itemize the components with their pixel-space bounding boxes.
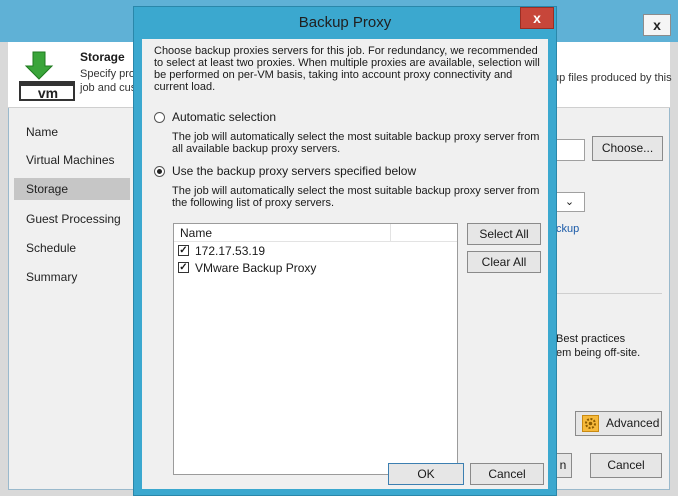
group-divider xyxy=(556,293,662,294)
proxy-checkbox[interactable]: ✓ xyxy=(178,245,189,256)
wizard-step-title: Storage xyxy=(80,50,125,64)
backup-proxy-dialog: Backup Proxy x Choose backup proxies ser… xyxy=(133,6,557,496)
clear-all-button[interactable]: Clear All xyxy=(467,251,541,273)
automatic-selection-label[interactable]: Automatic selection xyxy=(172,110,276,124)
wizard-step-description-line2: job and cus xyxy=(80,82,137,94)
column-separator xyxy=(390,224,391,241)
gear-icon xyxy=(582,415,599,432)
wizard-cancel-button[interactable]: Cancel xyxy=(590,453,662,478)
nav-item-summary[interactable]: Summary xyxy=(14,266,130,288)
finish-button[interactable]: n xyxy=(555,453,572,478)
select-all-button[interactable]: Select All xyxy=(467,223,541,245)
wizard-step-description-right: up files produced by this xyxy=(553,72,672,84)
dialog-close-button[interactable]: x xyxy=(520,7,554,29)
list-header: Name xyxy=(174,224,457,242)
best-practices-text: Best practices xyxy=(556,333,626,345)
wizard-step-description-line1: Specify pro xyxy=(80,68,136,80)
backup-repository-field[interactable] xyxy=(555,139,585,161)
repository-link[interactable]: ckup xyxy=(556,223,579,235)
specified-proxies-radio[interactable] xyxy=(154,166,165,177)
nav-item-name[interactable]: Name xyxy=(14,121,130,143)
wizard-close-button[interactable]: x xyxy=(643,14,671,36)
advanced-button-label: Advanced xyxy=(606,416,660,430)
cancel-button[interactable]: Cancel xyxy=(470,463,544,485)
proxy-name: 172.17.53.19 xyxy=(195,244,266,258)
dialog-title: Backup Proxy xyxy=(298,14,392,31)
column-header-name[interactable]: Name xyxy=(180,226,212,240)
proxy-name: VMware Backup Proxy xyxy=(195,261,317,275)
advanced-button[interactable]: Advanced xyxy=(575,411,662,436)
best-practices-text-line2: em being off-site. xyxy=(556,347,641,359)
vm-icon-text: vm xyxy=(38,85,58,101)
proxy-list[interactable]: Name ✓ 172.17.53.19 ✓ VMware Backup Prox… xyxy=(173,223,458,475)
nav-item-guest-processing[interactable]: Guest Processing xyxy=(14,208,130,230)
specified-proxies-label[interactable]: Use the backup proxy servers specified b… xyxy=(172,164,416,178)
repository-dropdown[interactable]: ⌄ xyxy=(555,192,585,212)
nav-item-schedule[interactable]: Schedule xyxy=(14,237,130,259)
proxy-checkbox[interactable]: ✓ xyxy=(178,262,189,273)
dialog-body: Choose backup proxies servers for this j… xyxy=(142,39,548,489)
automatic-selection-description: The job will automatically select the mo… xyxy=(172,131,540,155)
dialog-intro-text: Choose backup proxies servers for this j… xyxy=(154,45,540,93)
vm-storage-download-icon: vm xyxy=(19,51,75,101)
ok-button[interactable]: OK xyxy=(388,463,464,485)
nav-item-virtual-machines[interactable]: Virtual Machines xyxy=(14,149,130,171)
specified-proxies-description: The job will automatically select the mo… xyxy=(172,185,540,209)
automatic-selection-radio[interactable] xyxy=(154,112,165,123)
choose-button[interactable]: Choose... xyxy=(592,136,663,161)
nav-item-storage[interactable]: Storage xyxy=(14,178,130,200)
